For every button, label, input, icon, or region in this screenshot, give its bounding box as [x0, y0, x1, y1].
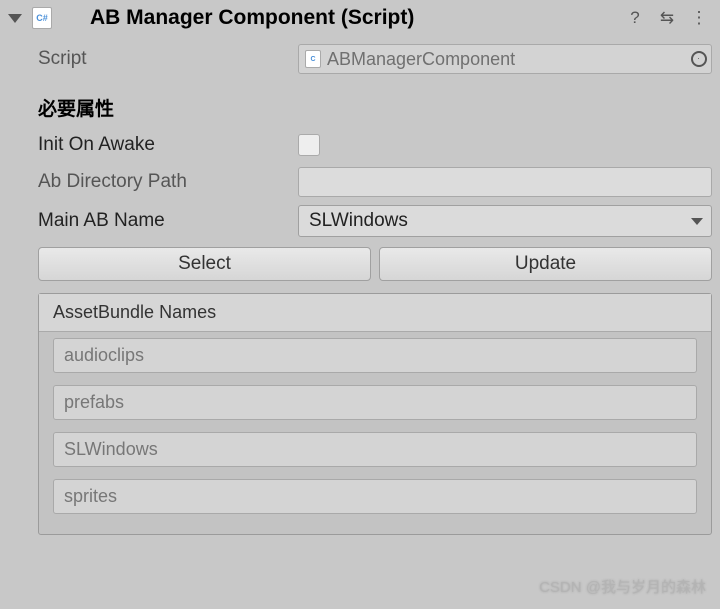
list-item[interactable]: sprites — [53, 479, 697, 514]
init-on-awake-checkbox[interactable] — [298, 134, 320, 156]
script-icon — [32, 7, 52, 29]
ab-directory-path-label: Ab Directory Path — [38, 171, 298, 193]
main-ab-name-value: SLWindows — [309, 210, 408, 232]
context-menu-icon[interactable]: ⋮ — [690, 9, 708, 27]
assetbundle-list: AssetBundle Names audioclips prefabs SLW… — [38, 293, 712, 535]
object-picker-icon[interactable] — [691, 51, 707, 67]
watermark: CSDN @我与岁月的森林 — [539, 576, 706, 597]
help-icon[interactable]: ? — [626, 9, 644, 27]
list-item[interactable]: audioclips — [53, 338, 697, 373]
main-ab-name-dropdown[interactable]: SLWindows — [298, 205, 712, 237]
select-button[interactable]: Select — [38, 247, 371, 281]
script-object-field[interactable]: ABManagerComponent — [298, 44, 712, 74]
script-label: Script — [38, 48, 298, 70]
section-required: 必要属性 — [0, 78, 720, 127]
update-button[interactable]: Update — [379, 247, 712, 281]
preset-icon[interactable]: ⇆ — [658, 9, 676, 27]
component-title: AB Manager Component (Script) — [90, 6, 618, 30]
list-item[interactable]: SLWindows — [53, 432, 697, 467]
init-on-awake-label: Init On Awake — [38, 134, 298, 156]
cs-icon — [305, 50, 321, 68]
assetbundle-list-header: AssetBundle Names — [39, 294, 711, 332]
script-value: ABManagerComponent — [327, 49, 515, 70]
main-ab-name-label: Main AB Name — [38, 210, 298, 232]
component-foldout[interactable] — [8, 14, 22, 23]
ab-directory-path-field[interactable] — [298, 167, 712, 197]
list-item[interactable]: prefabs — [53, 385, 697, 420]
